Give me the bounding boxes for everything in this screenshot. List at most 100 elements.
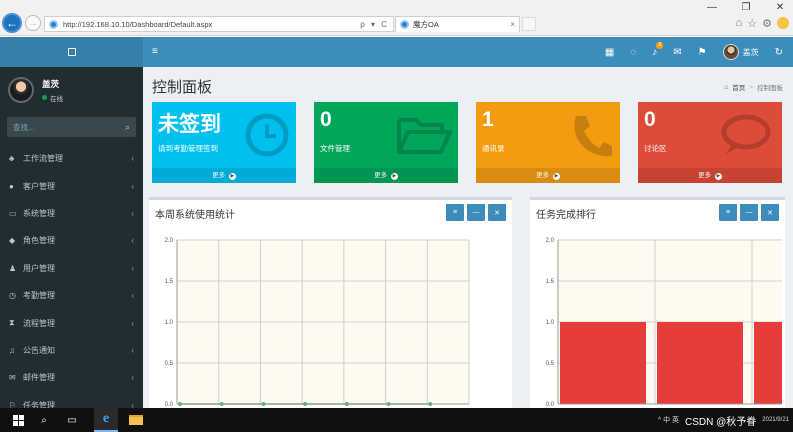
- sidebar-item-label: 公告通知: [23, 345, 55, 355]
- comments-icon: [721, 114, 771, 154]
- box-remove-button[interactable]: ✕: [488, 204, 506, 221]
- minimize-button[interactable]: —: [705, 2, 719, 14]
- chevron-left-icon: ‹: [131, 263, 134, 273]
- weekly-usage-chart: 0.00.51.01.52.0: [165, 238, 470, 408]
- sidebar-item-attendance[interactable]: ◷ 考勤管理 ‹: [0, 282, 143, 309]
- back-arrow-icon: ←: [6, 16, 18, 30]
- notifications-button[interactable]: ♪ 3: [652, 41, 664, 58]
- box-remove-button[interactable]: ✕: [761, 204, 779, 221]
- chevron-left-icon: ‹: [131, 345, 134, 355]
- task-view-icon: ▭: [67, 414, 77, 426]
- taskbar-explorer-button[interactable]: [124, 408, 148, 432]
- folder-open-icon: [397, 118, 452, 154]
- chevron-left-icon: ‹: [131, 208, 134, 218]
- sidebar-item-label: 工作流管理: [23, 154, 63, 164]
- tab-close-button[interactable]: ×: [510, 20, 515, 29]
- start-button[interactable]: [6, 408, 30, 432]
- sidebar-item-announcements[interactable]: ♫ 公告通知 ‹: [0, 337, 143, 364]
- chat-icon[interactable]: ◌: [630, 47, 636, 58]
- tile-value: 0: [644, 108, 656, 131]
- sidebar-item-mail[interactable]: ✉ 邮件管理 ‹: [0, 364, 143, 391]
- close-window-button[interactable]: ✕: [773, 2, 787, 14]
- main-content: 控制面板 ⌂ 首页 > 控制面板 未签到 请到考勤管理签到 更多 ▶ 0 文件管…: [143, 67, 793, 408]
- taskbar-ie-button[interactable]: e: [94, 408, 118, 432]
- box-collapse-button[interactable]: —: [740, 204, 758, 221]
- favorites-star-icon[interactable]: ☆: [747, 17, 757, 30]
- settings-gear-icon[interactable]: ⚙: [762, 17, 772, 30]
- tile-desc: 文件管理: [320, 144, 350, 153]
- sidebar-item-label: 系统管理: [23, 208, 55, 218]
- refresh-icon[interactable]: ↻: [775, 47, 783, 58]
- taskbar-search-button[interactable]: ⌕: [32, 408, 56, 432]
- tile-files: 0 文件管理 更多 ▶: [314, 102, 458, 183]
- more-label: 更多: [698, 172, 712, 179]
- box-menu-button[interactable]: ≡: [719, 204, 737, 221]
- clock-icon: ◷: [9, 291, 16, 301]
- search-icon[interactable]: ⌕: [125, 122, 130, 133]
- envelope-icon: ✉: [9, 373, 16, 383]
- sidebar-item-label: 邮件管理: [23, 373, 55, 383]
- tray-icons[interactable]: ^ 中 英: [658, 415, 679, 425]
- user-menu[interactable]: 盖茨: [722, 44, 759, 60]
- more-label: 更多: [374, 172, 388, 179]
- tile-contacts: 1 通讯录 更多 ▶: [476, 102, 620, 183]
- browser-tab[interactable]: 魔方OA ×: [395, 16, 520, 32]
- box-collapse-button[interactable]: —: [467, 204, 485, 221]
- url-text[interactable]: http://192.168.10.10/Dashboard/Default.a…: [63, 20, 360, 29]
- user-avatar: [8, 77, 34, 103]
- sidebar-item-users[interactable]: ♟ 用户管理 ‹: [0, 255, 143, 282]
- users-icon: ♟: [9, 263, 17, 273]
- forward-button[interactable]: →: [25, 15, 41, 31]
- address-bar[interactable]: http://192.168.10.10/Dashboard/Default.a…: [44, 16, 394, 32]
- graduation-cap-icon: ◆: [9, 236, 16, 246]
- flag-icon[interactable]: ⚑: [698, 47, 707, 58]
- date-text: 2021/9/21: [762, 417, 789, 423]
- restore-button[interactable]: ❐: [739, 2, 753, 14]
- arrow-circle-right-icon: ▶: [228, 173, 236, 180]
- arrow-circle-right-icon: ▶: [552, 173, 560, 180]
- sitemap-icon: ♣: [9, 154, 15, 164]
- sidebar-item-customers[interactable]: ● 客户管理 ‹: [0, 172, 143, 199]
- address-tools[interactable]: ρ ▾ C: [360, 20, 389, 29]
- topbar-icons: ▦ ◌ ♪ 3 ✉ ⚑ 盖茨 ↻: [605, 37, 783, 67]
- arrow-circle-right-icon: ▶: [390, 173, 398, 180]
- chevron-left-icon: ‹: [131, 154, 134, 164]
- tile-more-link[interactable]: 更多 ▶: [314, 168, 458, 183]
- sidebar-item-roles[interactable]: ◆ 角色管理 ‹: [0, 227, 143, 254]
- tile-more-link[interactable]: 更多 ▶: [638, 168, 782, 183]
- browser-right-tools: ⌂ ☆ ⚙: [736, 17, 789, 30]
- sidebar-item-process[interactable]: ⧗ 流程管理 ‹: [0, 309, 143, 336]
- hourglass-icon: ⧗: [9, 318, 15, 328]
- box-title: 本周系统使用统计: [155, 210, 235, 221]
- sidebar-item-label: 考勤管理: [23, 291, 55, 301]
- box-tools: ≡ — ✕: [719, 204, 779, 221]
- status-label: 在线: [50, 95, 63, 103]
- new-tab-button[interactable]: [522, 17, 536, 31]
- breadcrumb-home-link[interactable]: 首页: [732, 82, 745, 92]
- bar: [657, 322, 743, 404]
- arrow-circle-right-icon: ▶: [714, 173, 722, 180]
- tile-more-link[interactable]: 更多 ▶: [476, 168, 620, 183]
- sidebar-toggle-icon[interactable]: ≡: [152, 46, 158, 57]
- clock[interactable]: 2021/9/21: [762, 416, 789, 424]
- box-title: 任务完成排行: [536, 210, 596, 221]
- box-menu-button[interactable]: ≡: [446, 204, 464, 221]
- sidebar-item-tasks[interactable]: ⚐ 任务管理 ‹: [0, 392, 143, 408]
- sidebar-item-system[interactable]: ▭ 系统管理 ‹: [0, 200, 143, 227]
- sidebar-item-workflow[interactable]: ♣ 工作流管理 ‹: [0, 145, 143, 172]
- breadcrumb-current: 控制面板: [757, 85, 783, 92]
- more-label: 更多: [212, 172, 226, 179]
- search-input[interactable]: [13, 122, 125, 132]
- home-icon[interactable]: ⌂: [736, 17, 743, 30]
- tile-more-link[interactable]: 更多 ▶: [152, 168, 296, 183]
- task-ranking-chart: 0.00.51.01.52.0: [546, 238, 782, 408]
- logo-area[interactable]: [0, 37, 143, 67]
- mail-icon[interactable]: ✉: [673, 47, 681, 58]
- grid-icon[interactable]: ▦: [605, 47, 614, 58]
- back-button[interactable]: ←: [2, 13, 22, 33]
- feedback-smiley-icon[interactable]: [777, 17, 789, 29]
- tile-forum: 0 讨论区 更多 ▶: [638, 102, 782, 183]
- task-view-button[interactable]: ▭: [60, 408, 84, 432]
- internet-explorer-icon: e: [102, 411, 110, 426]
- breadcrumb-separator: >: [749, 83, 753, 91]
